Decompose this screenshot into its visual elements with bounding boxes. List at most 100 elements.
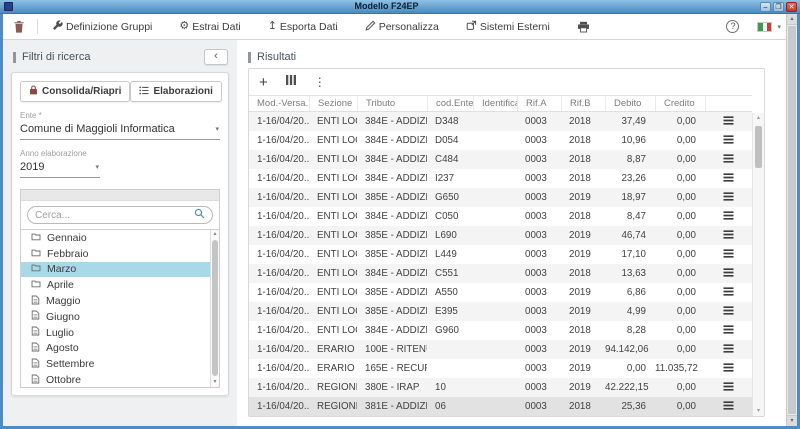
cell-rif-b: 2018 bbox=[561, 116, 605, 127]
row-menu-button[interactable] bbox=[705, 268, 752, 280]
header-cell-rif-a[interactable]: Rif.A bbox=[517, 96, 561, 111]
row-menu-button[interactable] bbox=[705, 116, 752, 128]
more-options-icon[interactable]: ⋮ bbox=[314, 75, 326, 89]
row-menu-button[interactable] bbox=[705, 173, 752, 185]
scrollbar-thumb[interactable] bbox=[755, 126, 762, 168]
cell-credito: 0,00 bbox=[655, 154, 705, 165]
row-menu-button[interactable] bbox=[705, 211, 752, 223]
cell-sezione: ENTI LOC... bbox=[309, 268, 357, 279]
month-item-marzo[interactable]: Marzo bbox=[21, 262, 210, 278]
personalizza-button[interactable]: Personalizza bbox=[365, 20, 439, 34]
cell-credito: 0,00 bbox=[655, 230, 705, 241]
scrollbar-thumb[interactable] bbox=[788, 26, 796, 414]
month-item-ottobre[interactable]: Ottobre bbox=[21, 372, 210, 387]
table-row[interactable]: 1-16/04/20...ENTI LOC...384E - ADDIZIO..… bbox=[249, 131, 752, 150]
definizione-gruppi-button[interactable]: Definizione Gruppi bbox=[52, 20, 152, 34]
search-input[interactable]: Cerca... bbox=[27, 206, 213, 224]
row-menu-button[interactable] bbox=[705, 135, 752, 147]
minimize-button[interactable]: – bbox=[760, 2, 771, 12]
table-row[interactable]: 1-16/04/20...REGIONI381E - ADDIZIO...060… bbox=[249, 397, 752, 416]
row-menu-button[interactable] bbox=[705, 344, 752, 356]
month-item-luglio[interactable]: Luglio bbox=[21, 325, 210, 341]
month-item-febbraio[interactable]: Febbraio bbox=[21, 246, 210, 262]
cell-debito: 6,86 bbox=[605, 287, 655, 298]
row-menu-button[interactable] bbox=[705, 287, 752, 299]
collapse-sidebar-button[interactable]: ‹ bbox=[204, 49, 228, 65]
sistemi-esterni-button[interactable]: Sistemi Esterni bbox=[466, 20, 550, 34]
row-menu-button[interactable] bbox=[705, 192, 752, 204]
scroll-up-icon[interactable]: ▴ bbox=[787, 14, 797, 25]
table-row[interactable]: 1-16/04/20...ENTI LOC...384E - ADDIZIO..… bbox=[249, 321, 752, 340]
esporta-dati-button[interactable]: ↥ Esporta Dati bbox=[268, 21, 338, 33]
month-item-maggio[interactable]: Maggio bbox=[21, 293, 210, 309]
scroll-down-icon[interactable]: ▾ bbox=[753, 406, 764, 416]
cell-debito: 0,00 bbox=[605, 363, 655, 374]
table-row[interactable]: 1-16/04/20...ENTI LOC...385E - ADDIZIO..… bbox=[249, 245, 752, 264]
month-list-scrollbar[interactable]: ▴ ▾ bbox=[210, 230, 219, 387]
header-cell-debito[interactable]: Debito bbox=[605, 96, 655, 111]
table-row[interactable]: 1-16/04/20...ENTI LOC...384E - ADDIZIO..… bbox=[249, 207, 752, 226]
table-row[interactable]: 1-16/04/20...ENTI LOC...385E - ADDIZIO..… bbox=[249, 302, 752, 321]
table-row[interactable]: 1-16/04/20...ENTI LOC...384E - ADDIZIO..… bbox=[249, 150, 752, 169]
app-scrollbar[interactable]: ▴ ▾ bbox=[786, 14, 797, 426]
row-menu-button[interactable] bbox=[705, 363, 752, 375]
scroll-up-icon[interactable]: ▴ bbox=[211, 230, 219, 239]
ente-select[interactable]: Comune di Maggioli Informatica ▾ bbox=[20, 120, 220, 140]
cell-tributo: 100E - RITENUT... bbox=[357, 344, 427, 355]
table-scrollbar[interactable]: ▴ ▾ bbox=[752, 113, 764, 416]
table-row[interactable]: 1-16/04/20...ENTI LOC...384E - ADDIZIO..… bbox=[249, 264, 752, 283]
month-item-gennaio[interactable]: Gennaio bbox=[21, 230, 210, 246]
row-menu-button[interactable] bbox=[705, 382, 752, 394]
cell-mod-versamento: 1-16/04/20... bbox=[249, 268, 309, 279]
row-menu-button[interactable] bbox=[705, 230, 752, 242]
maximize-button[interactable]: ❐ bbox=[773, 2, 784, 12]
month-item-agosto[interactable]: Agosto bbox=[21, 341, 210, 357]
table-row[interactable]: 1-16/04/20...ENTI LOC...384E - ADDIZIO..… bbox=[249, 112, 752, 131]
scroll-down-icon[interactable]: ▾ bbox=[787, 415, 797, 426]
scrollbar-thumb[interactable] bbox=[212, 240, 218, 376]
cell-rif-b: 2018 bbox=[561, 325, 605, 336]
header-cell-mod-versa[interactable]: Mod.-Versa... bbox=[249, 96, 309, 111]
header-cell-tributo[interactable]: Tributo bbox=[357, 96, 427, 111]
table-row[interactable]: 1-16/04/20...ENTI LOC...385E - ADDIZIO..… bbox=[249, 283, 752, 302]
row-menu-button[interactable] bbox=[705, 325, 752, 337]
header-cell-rif-b[interactable]: Rif.B bbox=[561, 96, 605, 111]
language-selector[interactable]: ▾ bbox=[757, 22, 781, 32]
row-menu-button[interactable] bbox=[705, 306, 752, 318]
header-cell-sezione[interactable]: Sezione bbox=[309, 96, 357, 111]
scroll-down-icon[interactable]: ▾ bbox=[211, 378, 219, 387]
cell-credito: 0,00 bbox=[655, 287, 705, 298]
trash-icon[interactable] bbox=[13, 20, 25, 34]
row-menu-button[interactable] bbox=[705, 154, 752, 166]
row-menu-button[interactable] bbox=[705, 401, 752, 413]
header-cell-credito[interactable]: Credito bbox=[655, 96, 705, 111]
header-cell-identificat[interactable]: Identificat... bbox=[473, 96, 517, 111]
lock-icon bbox=[29, 85, 38, 98]
help-icon[interactable]: ? bbox=[726, 20, 739, 33]
row-menu-button[interactable] bbox=[705, 249, 752, 261]
month-item-settembre[interactable]: Settembre bbox=[21, 356, 210, 372]
elaborazioni-button[interactable]: Elaborazioni bbox=[130, 81, 221, 102]
add-row-button[interactable]: + bbox=[259, 75, 268, 90]
cell-debito: 8,47 bbox=[605, 211, 655, 222]
cell-cod-ente: L449 bbox=[427, 249, 473, 260]
close-button[interactable]: ✕ bbox=[786, 2, 797, 12]
table-row[interactable]: 1-16/04/20...ENTI LOC...385E - ADDIZIO..… bbox=[249, 226, 752, 245]
header-cell-cod-ente[interactable]: cod.Ente bbox=[427, 96, 473, 111]
month-label: Ottobre bbox=[46, 374, 81, 386]
month-item-giugno[interactable]: Giugno bbox=[21, 309, 210, 325]
cell-debito: 4,99 bbox=[605, 306, 655, 317]
month-item-aprile[interactable]: Aprile bbox=[21, 277, 210, 293]
table-row[interactable]: 1-16/04/20...ERARIO165E - RECUPE...00032… bbox=[249, 359, 752, 378]
consolida-riapri-button[interactable]: Consolida/Riapri bbox=[20, 81, 130, 102]
table-row[interactable]: 1-16/04/20...ENTI LOC...385E - ADDIZIO..… bbox=[249, 188, 752, 207]
estrai-dati-button[interactable]: ⚙ Estrai Dati bbox=[179, 21, 240, 33]
table-row[interactable]: 1-16/04/20...REGIONI380E - IRAP100003201… bbox=[249, 378, 752, 397]
columns-icon[interactable] bbox=[285, 73, 297, 91]
table-row[interactable]: 1-16/04/20...ENTI LOC...384E - ADDIZIO..… bbox=[249, 169, 752, 188]
scroll-up-icon[interactable]: ▴ bbox=[753, 113, 764, 123]
printer-icon[interactable] bbox=[577, 21, 590, 33]
table-row[interactable]: 1-16/04/20...ERARIO100E - RITENUT...0003… bbox=[249, 340, 752, 359]
search-icon bbox=[194, 206, 205, 224]
anno-select[interactable]: 2019 ▾ bbox=[20, 158, 100, 178]
